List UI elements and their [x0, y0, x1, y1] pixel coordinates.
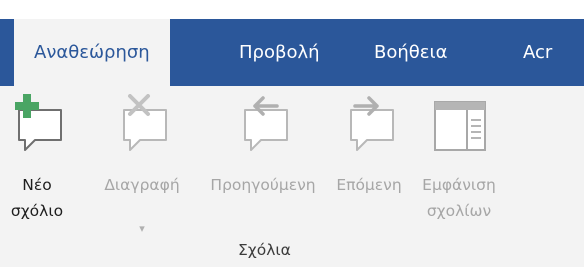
delete-comment-label: Διαγραφή	[104, 176, 180, 194]
group-label-comments: Σχόλια	[238, 241, 291, 259]
new-comment-button[interactable]: Νέο σχόλιο	[0, 86, 74, 236]
previous-comment-button[interactable]: Προηγούμενη	[206, 86, 320, 236]
chevron-down-icon[interactable]: ▾	[139, 222, 145, 235]
new-comment-icon	[15, 94, 62, 151]
show-comments-icon	[434, 101, 486, 151]
ribbon-tab-bar: Αναθεώρηση Προβολή Βοήθεια Acr	[0, 19, 584, 86]
title-bar-strip	[0, 0, 584, 19]
tab-review[interactable]: Αναθεώρηση	[14, 19, 170, 86]
tab-help[interactable]: Βοήθεια	[374, 19, 447, 86]
next-comment-button[interactable]: Επόμενη	[324, 86, 414, 236]
ribbon-panel: Νέο σχόλιο Διαγραφή ▾ Προηγούμενη Επόμεν	[0, 86, 584, 267]
tab-acrobat[interactable]: Acr	[523, 19, 552, 86]
previous-comment-icon	[244, 96, 288, 151]
delete-comment-icon	[123, 94, 167, 151]
next-comment-icon	[350, 96, 394, 151]
show-comments-label: Εμφάνιση σχολίων	[422, 176, 496, 220]
delete-comment-button[interactable]: Διαγραφή ▾	[84, 86, 200, 236]
tab-view[interactable]: Προβολή	[239, 19, 320, 86]
previous-comment-label: Προηγούμενη	[210, 176, 316, 194]
new-comment-label: Νέο σχόλιο	[10, 176, 64, 220]
show-comments-button[interactable]: Εμφάνιση σχολίων	[414, 86, 504, 236]
next-comment-label: Επόμενη	[336, 176, 402, 194]
